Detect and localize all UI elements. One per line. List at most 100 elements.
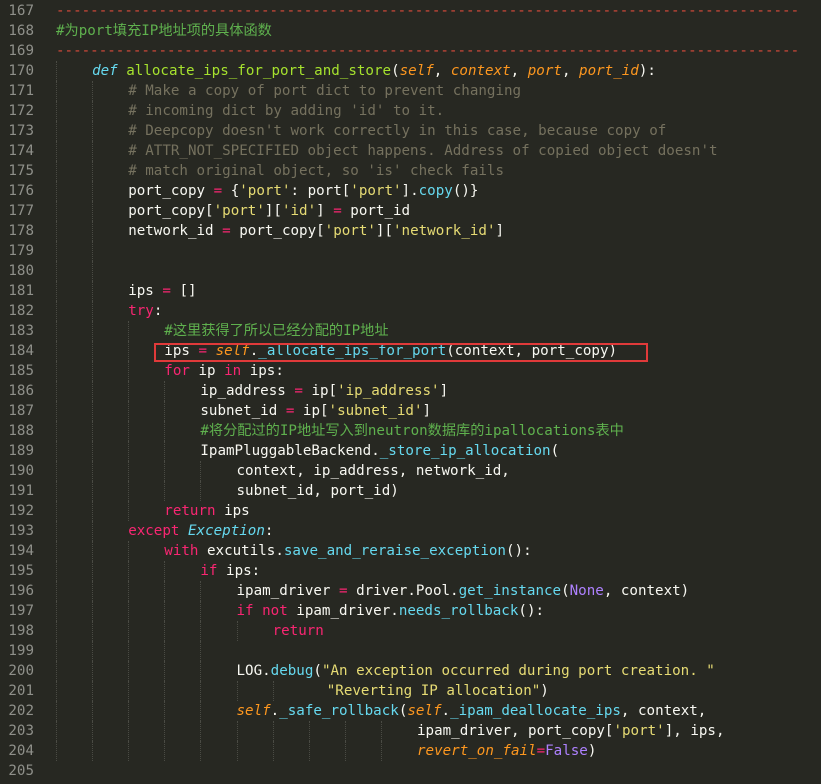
code-line[interactable]: 204 revert_on_fail=False) [0, 741, 821, 761]
indent-guide [128, 501, 130, 521]
line-number: 169 [8, 43, 34, 59]
code-line[interactable]: 196 ipam_driver = driver.Pool.get_instanc… [0, 581, 821, 601]
indent-guide [128, 621, 130, 641]
code-token: except [128, 523, 180, 539]
code-line[interactable]: 192 return ips [0, 501, 821, 521]
code-token: port_id [341, 203, 411, 219]
code-line[interactable]: 195 if ips: [0, 561, 821, 581]
code-token: = [162, 283, 171, 299]
code-token: . [441, 703, 451, 719]
line-number: 201 [8, 683, 34, 699]
indent-guide [56, 681, 58, 701]
code-line[interactable]: 180 [0, 261, 821, 281]
code-line[interactable]: 201 "Reverting IP allocation") [0, 681, 821, 701]
code-line[interactable]: 199 [0, 641, 821, 661]
code-line[interactable]: 198 return [0, 621, 821, 641]
code-line[interactable]: 168 #为port填充IP地址项的具体函数 [0, 21, 821, 41]
code-line[interactable]: 185 for ip in ips: [0, 361, 821, 381]
code-token: ( [561, 583, 570, 599]
indent-guide [128, 661, 130, 681]
line-number: 195 [8, 563, 34, 579]
code-line[interactable]: 193 except Exception: [0, 521, 821, 541]
code-token: ] [495, 223, 505, 239]
indent-guide [56, 281, 58, 301]
code-token: = [198, 343, 208, 359]
code-token: get_instance [458, 583, 562, 599]
code-token: ) [540, 683, 549, 699]
indent-guide [92, 561, 94, 581]
code-line[interactable]: 182 try: [0, 301, 821, 321]
code-text: port_copy = {'port': port['port'].copy()… [128, 181, 478, 201]
code-token: ----------------------------------------… [56, 43, 800, 59]
code-line[interactable]: 170 def allocate_ips_for_port_and_store(s… [0, 61, 821, 81]
code-editor[interactable]: 167 -------------------------------------… [0, 0, 821, 784]
code-line[interactable]: 177 port_copy['port']['id'] = port_id [0, 201, 821, 221]
code-line[interactable]: 179 [0, 241, 821, 261]
code-token: self [399, 63, 434, 79]
indent-guide [128, 481, 130, 501]
line-number: 186 [8, 383, 34, 399]
code-line[interactable]: 167 -------------------------------------… [0, 1, 821, 21]
code-line[interactable]: 197 if not ipam_driver.needs_rollback(): [0, 601, 821, 621]
indent-guide [128, 561, 130, 581]
code-token: = [333, 203, 342, 219]
code-line[interactable]: 194 with excutils.save_and_reraise_except… [0, 541, 821, 561]
code-token: ips [128, 283, 163, 299]
indent-guide [92, 721, 94, 741]
indent-guide [92, 741, 94, 761]
code-line[interactable]: 169 -------------------------------------… [0, 41, 821, 61]
indent-guide [56, 621, 58, 641]
code-line[interactable]: 205 [0, 761, 821, 781]
indent-guide [380, 721, 383, 741]
code-line[interactable]: 174 # ATTR_NOT_SPECIFIED object happens. … [0, 141, 821, 161]
code-token: . [249, 343, 259, 359]
code-text: #为port填充IP地址项的具体函数 [56, 21, 272, 41]
code-token: excutils. [198, 543, 284, 559]
indent-guide [92, 161, 94, 181]
code-line[interactable]: 190 context, ip_address, network_id, [0, 461, 821, 481]
code-line[interactable]: 176 port_copy = {'port': port['port'].cop… [0, 181, 821, 201]
code-line[interactable]: 178 network_id = port_copy['port']['netwo… [0, 221, 821, 241]
code-token: ]. [401, 183, 419, 199]
indent-guide [128, 601, 130, 621]
line-number: 171 [8, 83, 34, 99]
code-line[interactable]: 189 IpamPluggableBackend._store_ip_alloca… [0, 441, 821, 461]
code-token: IpamPluggableBackend. [200, 443, 380, 459]
code-text: IpamPluggableBackend._store_ip_allocatio… [200, 441, 559, 461]
code-line[interactable]: 181 ips = [] [0, 281, 821, 301]
indent-guide [56, 361, 58, 381]
code-line[interactable]: 187 subnet_id = ip['subnet_id'] [0, 401, 821, 421]
code-token: context [450, 63, 511, 79]
code-token: network_id [128, 223, 223, 239]
indent-guide [164, 721, 166, 741]
code-line[interactable]: 171 # Make a copy of port dict to prevent… [0, 81, 821, 101]
indent-guide [200, 661, 202, 681]
indent-guide [272, 721, 275, 741]
code-token: , context) [603, 583, 690, 599]
line-number: 180 [8, 263, 34, 279]
line-number: 181 [8, 283, 34, 299]
code-line[interactable]: 186 ip_address = ip['ip_address'] [0, 381, 821, 401]
code-token: self [215, 343, 250, 359]
indent-guide [56, 501, 58, 521]
code-line[interactable]: 173 # Deepcopy doesn't work correctly in … [0, 121, 821, 141]
code-line[interactable]: 203 ipam_driver, port_copy['port'], ips, [0, 721, 821, 741]
indent-guide [92, 381, 94, 401]
indent-guide [92, 181, 94, 201]
code-line[interactable]: 200 LOG.debug("An exception occurred duri… [0, 661, 821, 681]
code-line[interactable]: 172 # incoming dict by adding 'id' to it. [0, 101, 821, 121]
code-token: context, ip_address, network_id, [236, 463, 510, 479]
indent-guide [200, 621, 202, 641]
code-text: return ips [164, 501, 249, 521]
code-text: LOG.debug("An exception occurred during … [237, 661, 715, 681]
code-line[interactable]: 175 # match original object, so 'is' chec… [0, 161, 821, 181]
code-line[interactable]: 191 subnet_id, port_id) [0, 481, 821, 501]
code-line[interactable]: 183 #这里获得了所以已经分配的IP地址 [0, 321, 821, 341]
indent-guide [56, 421, 58, 441]
code-line[interactable]: 184 ips = self._allocate_ips_for_port(con… [0, 341, 821, 361]
code-line[interactable]: 202 self._safe_rollback(self._ipam_deallo… [0, 701, 821, 721]
code-text: context, ip_address, network_id, [237, 461, 510, 481]
indent-guide [200, 461, 202, 481]
code-token: ips: [217, 563, 261, 579]
code-line[interactable]: 188 #将分配过的IP地址写入到neutron数据库的ipallocations… [0, 421, 821, 441]
